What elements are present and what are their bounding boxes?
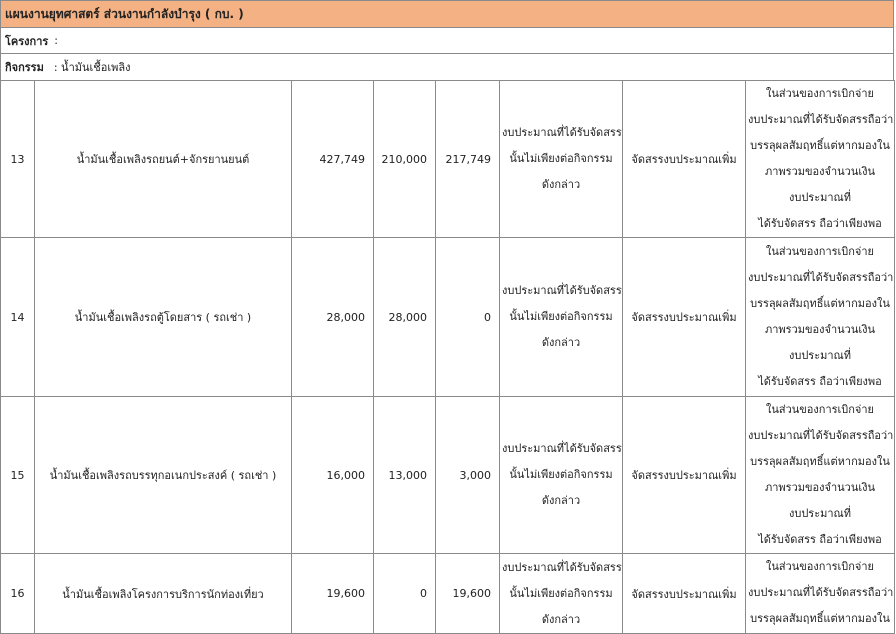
reason-line: งบประมาณที่ได้รับจัดสรร	[502, 284, 622, 297]
reason-cell: งบประมาณที่ได้รับจัดสรรนั้นไม่เพียงต่อกิ…	[499, 396, 623, 554]
row-number-cell: 14	[0, 237, 35, 397]
amount-c-cell: 19,600	[435, 553, 500, 634]
note-cell: ในส่วนของการเบิกจ่าย งบประมาณที่ได้รับจัด…	[745, 80, 895, 238]
table-row: 14 น้ำมันเชื้อเพลิงรถตู้โดยสาร ( รถเช่า )…	[0, 237, 895, 397]
note-line: ภาพรวมของจำนวนเงิน	[765, 165, 875, 178]
note-cell: ในส่วนของการเบิกจ่าย งบประมาณที่ได้รับจัด…	[745, 237, 895, 397]
amount-c-cell: 217,749	[435, 80, 500, 238]
amount-b-cell: 210,000	[373, 80, 436, 238]
action-cell: จัดสรรงบประมาณเพิ่ม	[622, 553, 746, 634]
note-line: ได้รับจัดสรร ถือว่าเพียงพอ	[758, 217, 882, 230]
reason-line: ดังกล่าว	[541, 178, 581, 191]
item-name-cell: น้ำมันเชื้อเพลิงโครงการบริการนักท่องเที่…	[34, 553, 292, 634]
action-cell: จัดสรรงบประมาณเพิ่ม	[622, 80, 746, 238]
note-line: บรรลุผลสัมฤทธิ์แต่หากมองใน	[750, 455, 890, 468]
reason-line: นั้นไม่เพียงต่อกิจกรรม	[509, 310, 613, 323]
note-line: ภาพรวมของจำนวนเงิน	[765, 481, 875, 494]
amount-b-cell: 0	[373, 553, 436, 634]
row-number-cell: 15	[0, 396, 35, 554]
note-line: ภาพรวมของจำนวนเงิน	[765, 323, 875, 336]
item-name-cell: น้ำมันเชื้อเพลิงรถบรรทุกอเนกประสงค์ ( รถ…	[34, 396, 292, 554]
amount-a-cell: 427,749	[291, 80, 374, 238]
note-cell: ในส่วนของการเบิกจ่ายงบประมาณที่ได้รับจัด…	[745, 553, 895, 634]
row-number-cell: 13	[0, 80, 35, 238]
reason-line: ดังกล่าว	[541, 612, 581, 626]
reason-line: นั้นไม่เพียงต่อกิจกรรม	[509, 152, 613, 165]
activity-label: กิจกรรม	[5, 61, 44, 74]
note-line: บรรลุผลสัมฤทธิ์แต่หากมองใน	[750, 139, 890, 152]
row-number-cell: 16	[0, 553, 35, 634]
amount-a-cell: 19,600	[291, 553, 374, 634]
reason-line: นั้นไม่เพียงต่อกิจกรรม	[509, 586, 613, 600]
action-cell: จัดสรรงบประมาณเพิ่ม	[622, 396, 746, 554]
reason-line: ดังกล่าว	[541, 336, 581, 349]
note-line: งบประมาณที่	[788, 507, 852, 520]
note-line: บรรลุผลสัมฤทธิ์แต่หากมองใน	[750, 297, 890, 310]
table-row: 16 น้ำมันเชื้อเพลิงโครงการบริการนักท่องเท…	[0, 553, 895, 634]
note-line: บรรลุผลสัมฤทธิ์แต่หากมองใน	[750, 612, 890, 625]
note-line: ในส่วนของการเบิกจ่าย	[765, 87, 874, 100]
amount-b-cell: 13,000	[373, 396, 436, 554]
project-value: :	[54, 34, 59, 47]
table-row: 15 น้ำมันเชื้อเพลิงรถบรรทุกอเนกประสงค์ ( …	[0, 396, 895, 554]
amount-a-cell: 28,000	[291, 237, 374, 397]
reason-cell: งบประมาณที่ได้รับจัดสรรนั้นไม่เพียงต่อกิ…	[499, 553, 623, 634]
item-name-cell: น้ำมันเชื้อเพลิงรถยนต์+จักรยานยนต์	[34, 80, 292, 238]
note-line: งบประมาณที่ได้รับจัดสรรถือว่า	[748, 429, 894, 442]
amount-a-cell: 16,000	[291, 396, 374, 554]
note-line: ได้รับจัดสรร ถือว่าเพียงพอ	[758, 533, 882, 546]
note-line: ได้รับจัดสรร ถือว่าเพียงพอ	[758, 375, 882, 388]
note-line: ในส่วนของการเบิกจ่าย	[765, 245, 874, 258]
reason-cell: งบประมาณที่ได้รับจัดสรรนั้นไม่เพียงต่อกิ…	[499, 237, 623, 397]
reason-cell: งบประมาณที่ได้รับจัดสรรนั้นไม่เพียงต่อกิ…	[499, 80, 623, 238]
action-cell: จัดสรรงบประมาณเพิ่ม	[622, 237, 746, 397]
budget-table: 13 น้ำมันเชื้อเพลิงรถยนต์+จักรยานยนต์ 427,…	[0, 80, 895, 634]
note-line: ในส่วนของการเบิกจ่าย	[765, 560, 874, 573]
amount-c-cell: 3,000	[435, 396, 500, 554]
project-row: โครงการ :	[0, 27, 894, 53]
note-line: งบประมาณที่ได้รับจัดสรรถือว่า	[748, 586, 894, 599]
project-label: โครงการ	[5, 34, 49, 48]
note-line: ในส่วนของการเบิกจ่าย	[765, 403, 874, 416]
reason-line: นั้นไม่เพียงต่อกิจกรรม	[509, 468, 613, 481]
note-line: งบประมาณที่ได้รับจัดสรรถือว่า	[748, 271, 894, 284]
reason-line: ดังกล่าว	[541, 494, 581, 507]
activity-value: : น้ำมันเชื้อเพลิง	[53, 61, 131, 74]
note-line: งบประมาณที่	[788, 191, 852, 204]
page-title: แผนงานยุทศาสตร์ ส่วนงานกำลังบำรุง ( กบ. …	[5, 6, 244, 21]
item-name-cell: น้ำมันเชื้อเพลิงรถตู้โดยสาร ( รถเช่า )	[34, 237, 292, 397]
amount-c-cell: 0	[435, 237, 500, 397]
activity-row: กิจกรรม : น้ำมันเชื้อเพลิง	[0, 53, 894, 80]
reason-line: งบประมาณที่ได้รับจัดสรร	[502, 442, 622, 455]
note-cell: ในส่วนของการเบิกจ่าย งบประมาณที่ได้รับจัด…	[745, 396, 895, 554]
note-line: งบประมาณที่	[788, 349, 852, 362]
reason-line: งบประมาณที่ได้รับจัดสรร	[502, 126, 622, 139]
note-line: งบประมาณที่ได้รับจัดสรรถือว่า	[748, 113, 894, 126]
table-row: 13 น้ำมันเชื้อเพลิงรถยนต์+จักรยานยนต์ 427,…	[0, 80, 895, 238]
reason-line: งบประมาณที่ได้รับจัดสรร	[502, 560, 622, 574]
page-title-band: แผนงานยุทศาสตร์ ส่วนงานกำลังบำรุง ( กบ. …	[0, 0, 894, 27]
amount-b-cell: 28,000	[373, 237, 436, 397]
